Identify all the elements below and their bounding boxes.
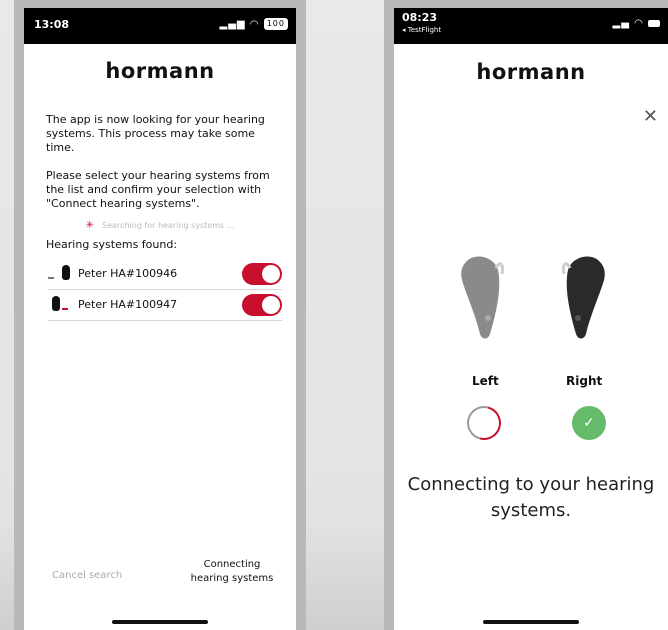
hearing-aid-icon — [52, 296, 60, 311]
device-name: Peter HA#100946 — [78, 267, 178, 280]
battery-icon: 100 — [263, 18, 288, 30]
spinner-icon: ✳ — [85, 220, 95, 231]
signal-icon: ▂▄ — [612, 18, 630, 29]
cancel-search-button[interactable]: Cancel search — [52, 570, 122, 581]
hearing-aid-icon — [48, 277, 54, 279]
searching-text: Searching for hearing systems ... — [102, 221, 235, 230]
connecting-message: Connecting to your hearing systems. — [407, 474, 655, 521]
bottom-actions: Cancel search Connecting hearing systems — [24, 556, 296, 596]
hearing-aid-icon — [62, 308, 68, 310]
phone-right: 08:23 ◂ TestFlight ▂▄ ◠ hormann ✕ Left R… — [384, 0, 668, 630]
wifi-icon: ◠ — [634, 18, 644, 29]
left-side-label: Left — [472, 374, 499, 388]
connecting-screen: 08:23 ◂ TestFlight ▂▄ ◠ hormann ✕ Left R… — [394, 8, 668, 630]
close-icon[interactable]: ✕ — [643, 106, 658, 127]
wifi-icon: ◠ — [249, 19, 260, 30]
device-toggle[interactable] — [242, 294, 282, 316]
instruction-text: Please select your hearing systems from … — [46, 169, 270, 210]
brand-logo: hormann — [105, 59, 215, 83]
hearing-aid-icon — [62, 265, 70, 280]
left-hearing-aid-image — [461, 256, 504, 339]
intro-text: The app is now looking for your hearing … — [46, 113, 265, 154]
phone-left: 13:08 ▂▄▆ ◠ 100 hormann The app is now l… — [14, 0, 306, 630]
device-row[interactable]: Peter HA#100946 — [48, 259, 282, 290]
status-icons: ▂▄ ◠ — [612, 18, 660, 29]
status-time: 13:08 — [34, 18, 70, 31]
status-bar: 13:08 ▂▄▆ ◠ 100 — [24, 8, 296, 44]
right-hearing-aid-image — [562, 256, 605, 339]
back-to-testflight-link[interactable]: ◂ TestFlight — [402, 26, 441, 34]
brand-logo: hormann — [476, 60, 586, 84]
battery-icon — [648, 19, 660, 27]
connect-hearing-systems-button[interactable]: Connecting hearing systems — [184, 558, 280, 586]
device-row[interactable]: Peter HA#100947 — [48, 290, 282, 321]
found-label: Hearing systems found: — [46, 238, 178, 251]
left-progress-ring — [460, 399, 508, 447]
status-bar: 08:23 ◂ TestFlight ▂▄ ◠ — [394, 8, 668, 44]
searching-indicator: ✳ Searching for hearing systems ... — [24, 220, 296, 231]
device-name: Peter HA#100947 — [78, 298, 178, 311]
checkmark-icon: ✓ — [572, 406, 606, 440]
status-icons: ▂▄▆ ◠ 100 — [220, 18, 288, 30]
toggle-knob — [262, 265, 280, 283]
signal-icon: ▂▄▆ — [219, 19, 246, 30]
search-screen: 13:08 ▂▄▆ ◠ 100 hormann The app is now l… — [24, 8, 296, 630]
toggle-knob — [262, 296, 280, 314]
device-toggle[interactable] — [242, 263, 282, 285]
home-indicator[interactable] — [483, 620, 579, 624]
right-side-label: Right — [566, 374, 603, 388]
status-time: 08:23 — [402, 11, 438, 24]
home-indicator[interactable] — [112, 620, 208, 624]
